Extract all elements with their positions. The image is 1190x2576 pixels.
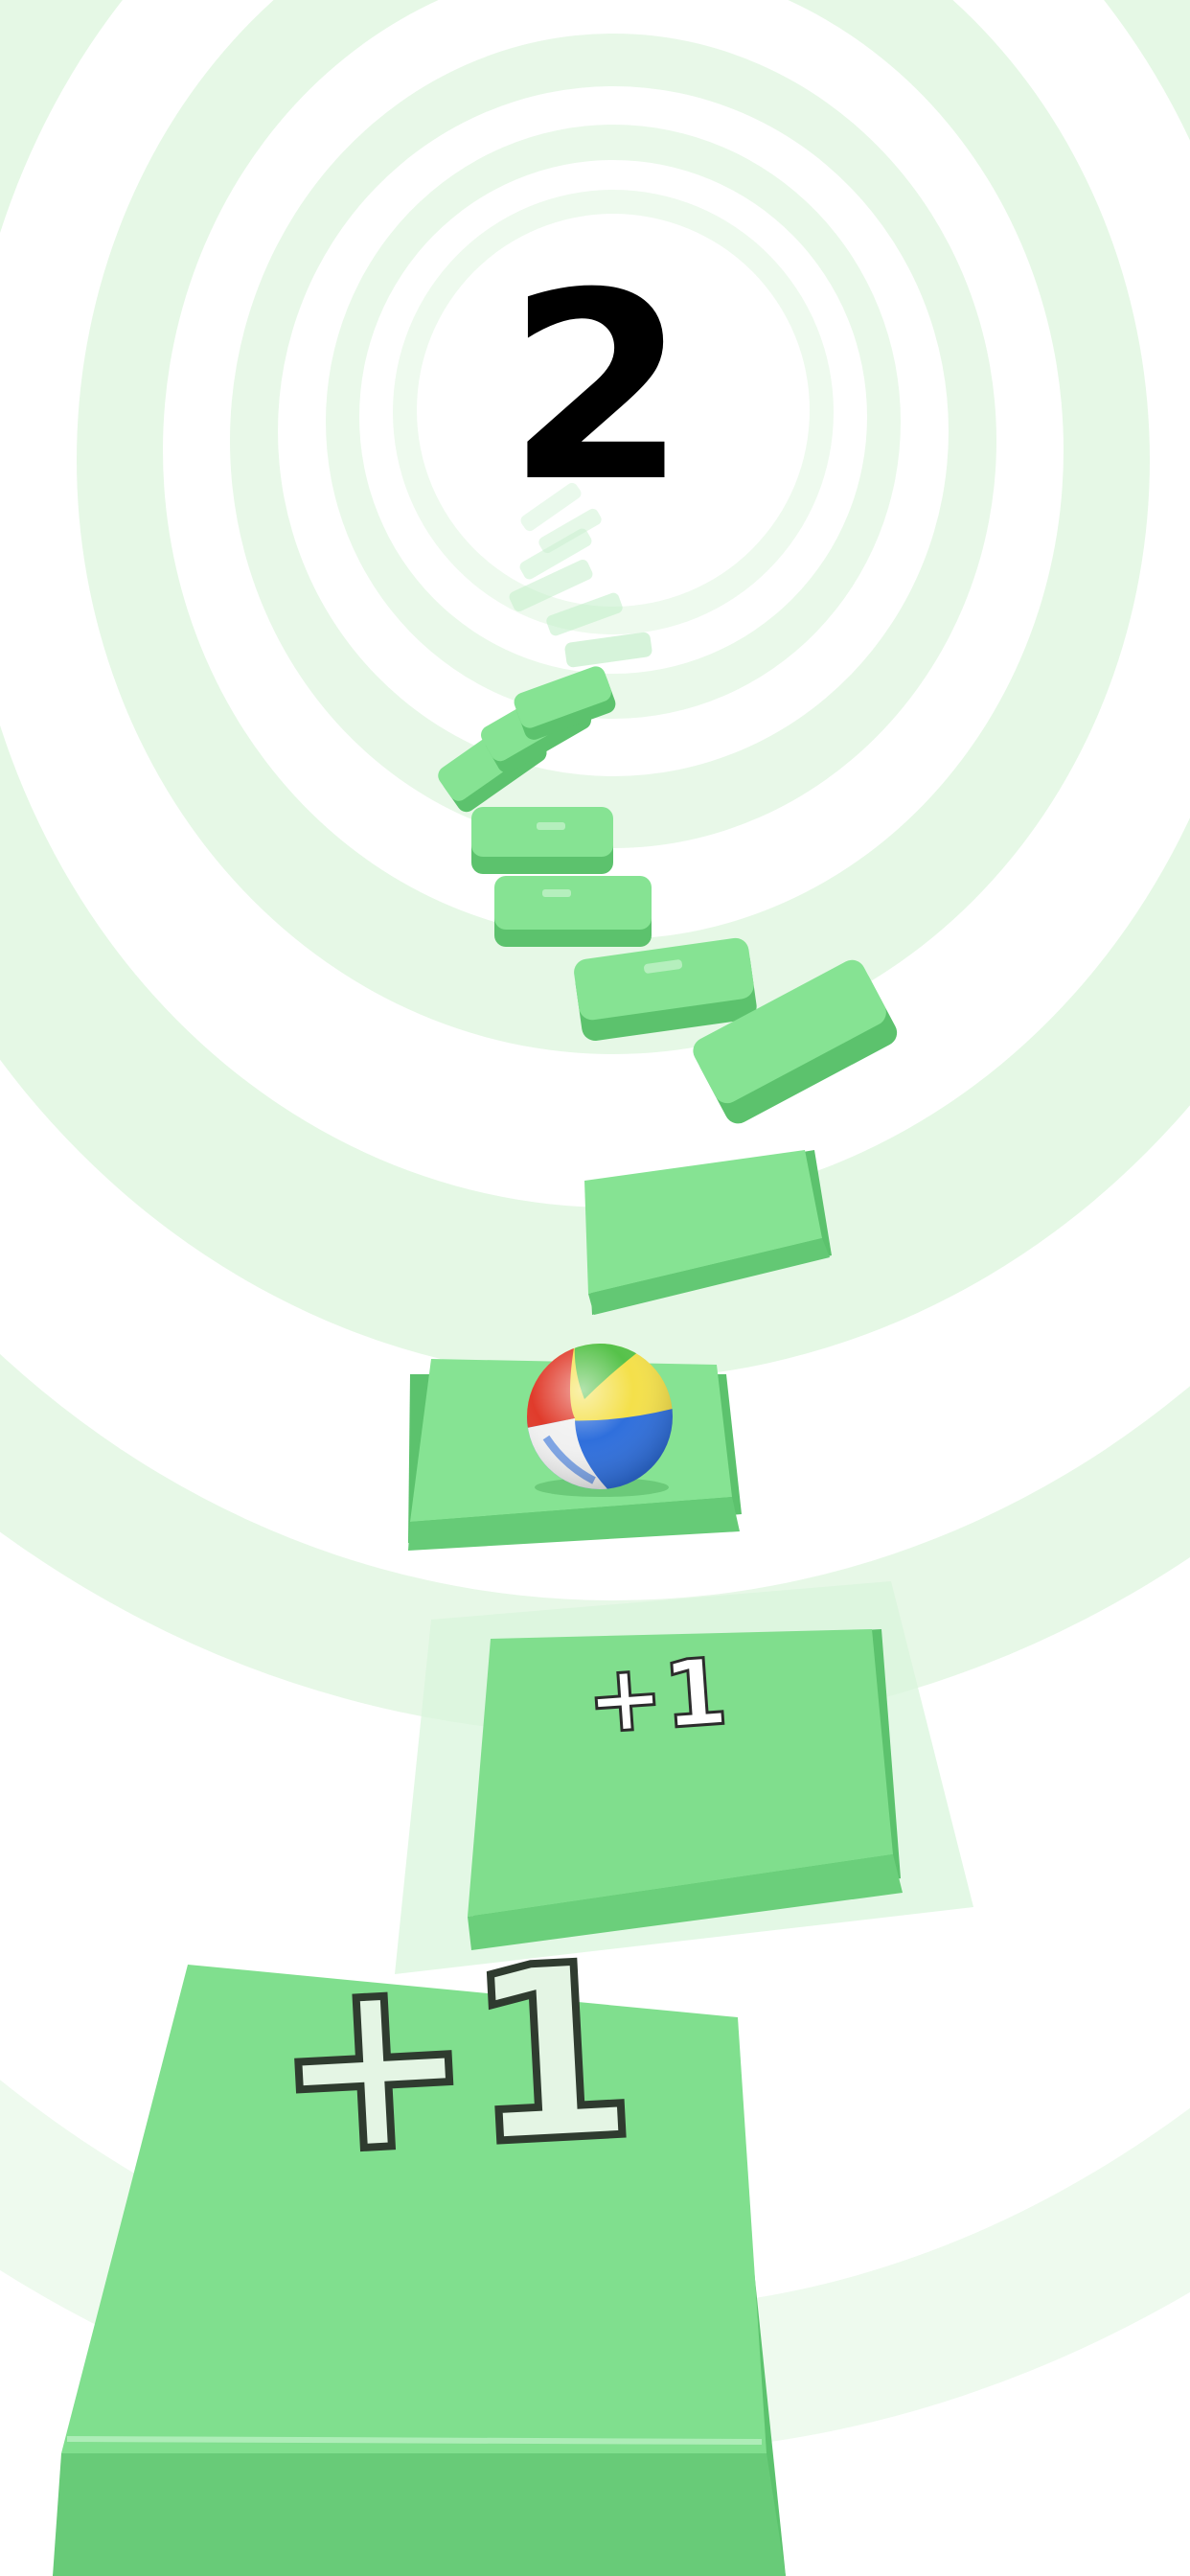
plus-one-popup-big: +1 — [263, 1907, 640, 2212]
score-counter: 2 — [507, 237, 687, 539]
plus-one-popup-small: +1 — [582, 1637, 733, 1757]
